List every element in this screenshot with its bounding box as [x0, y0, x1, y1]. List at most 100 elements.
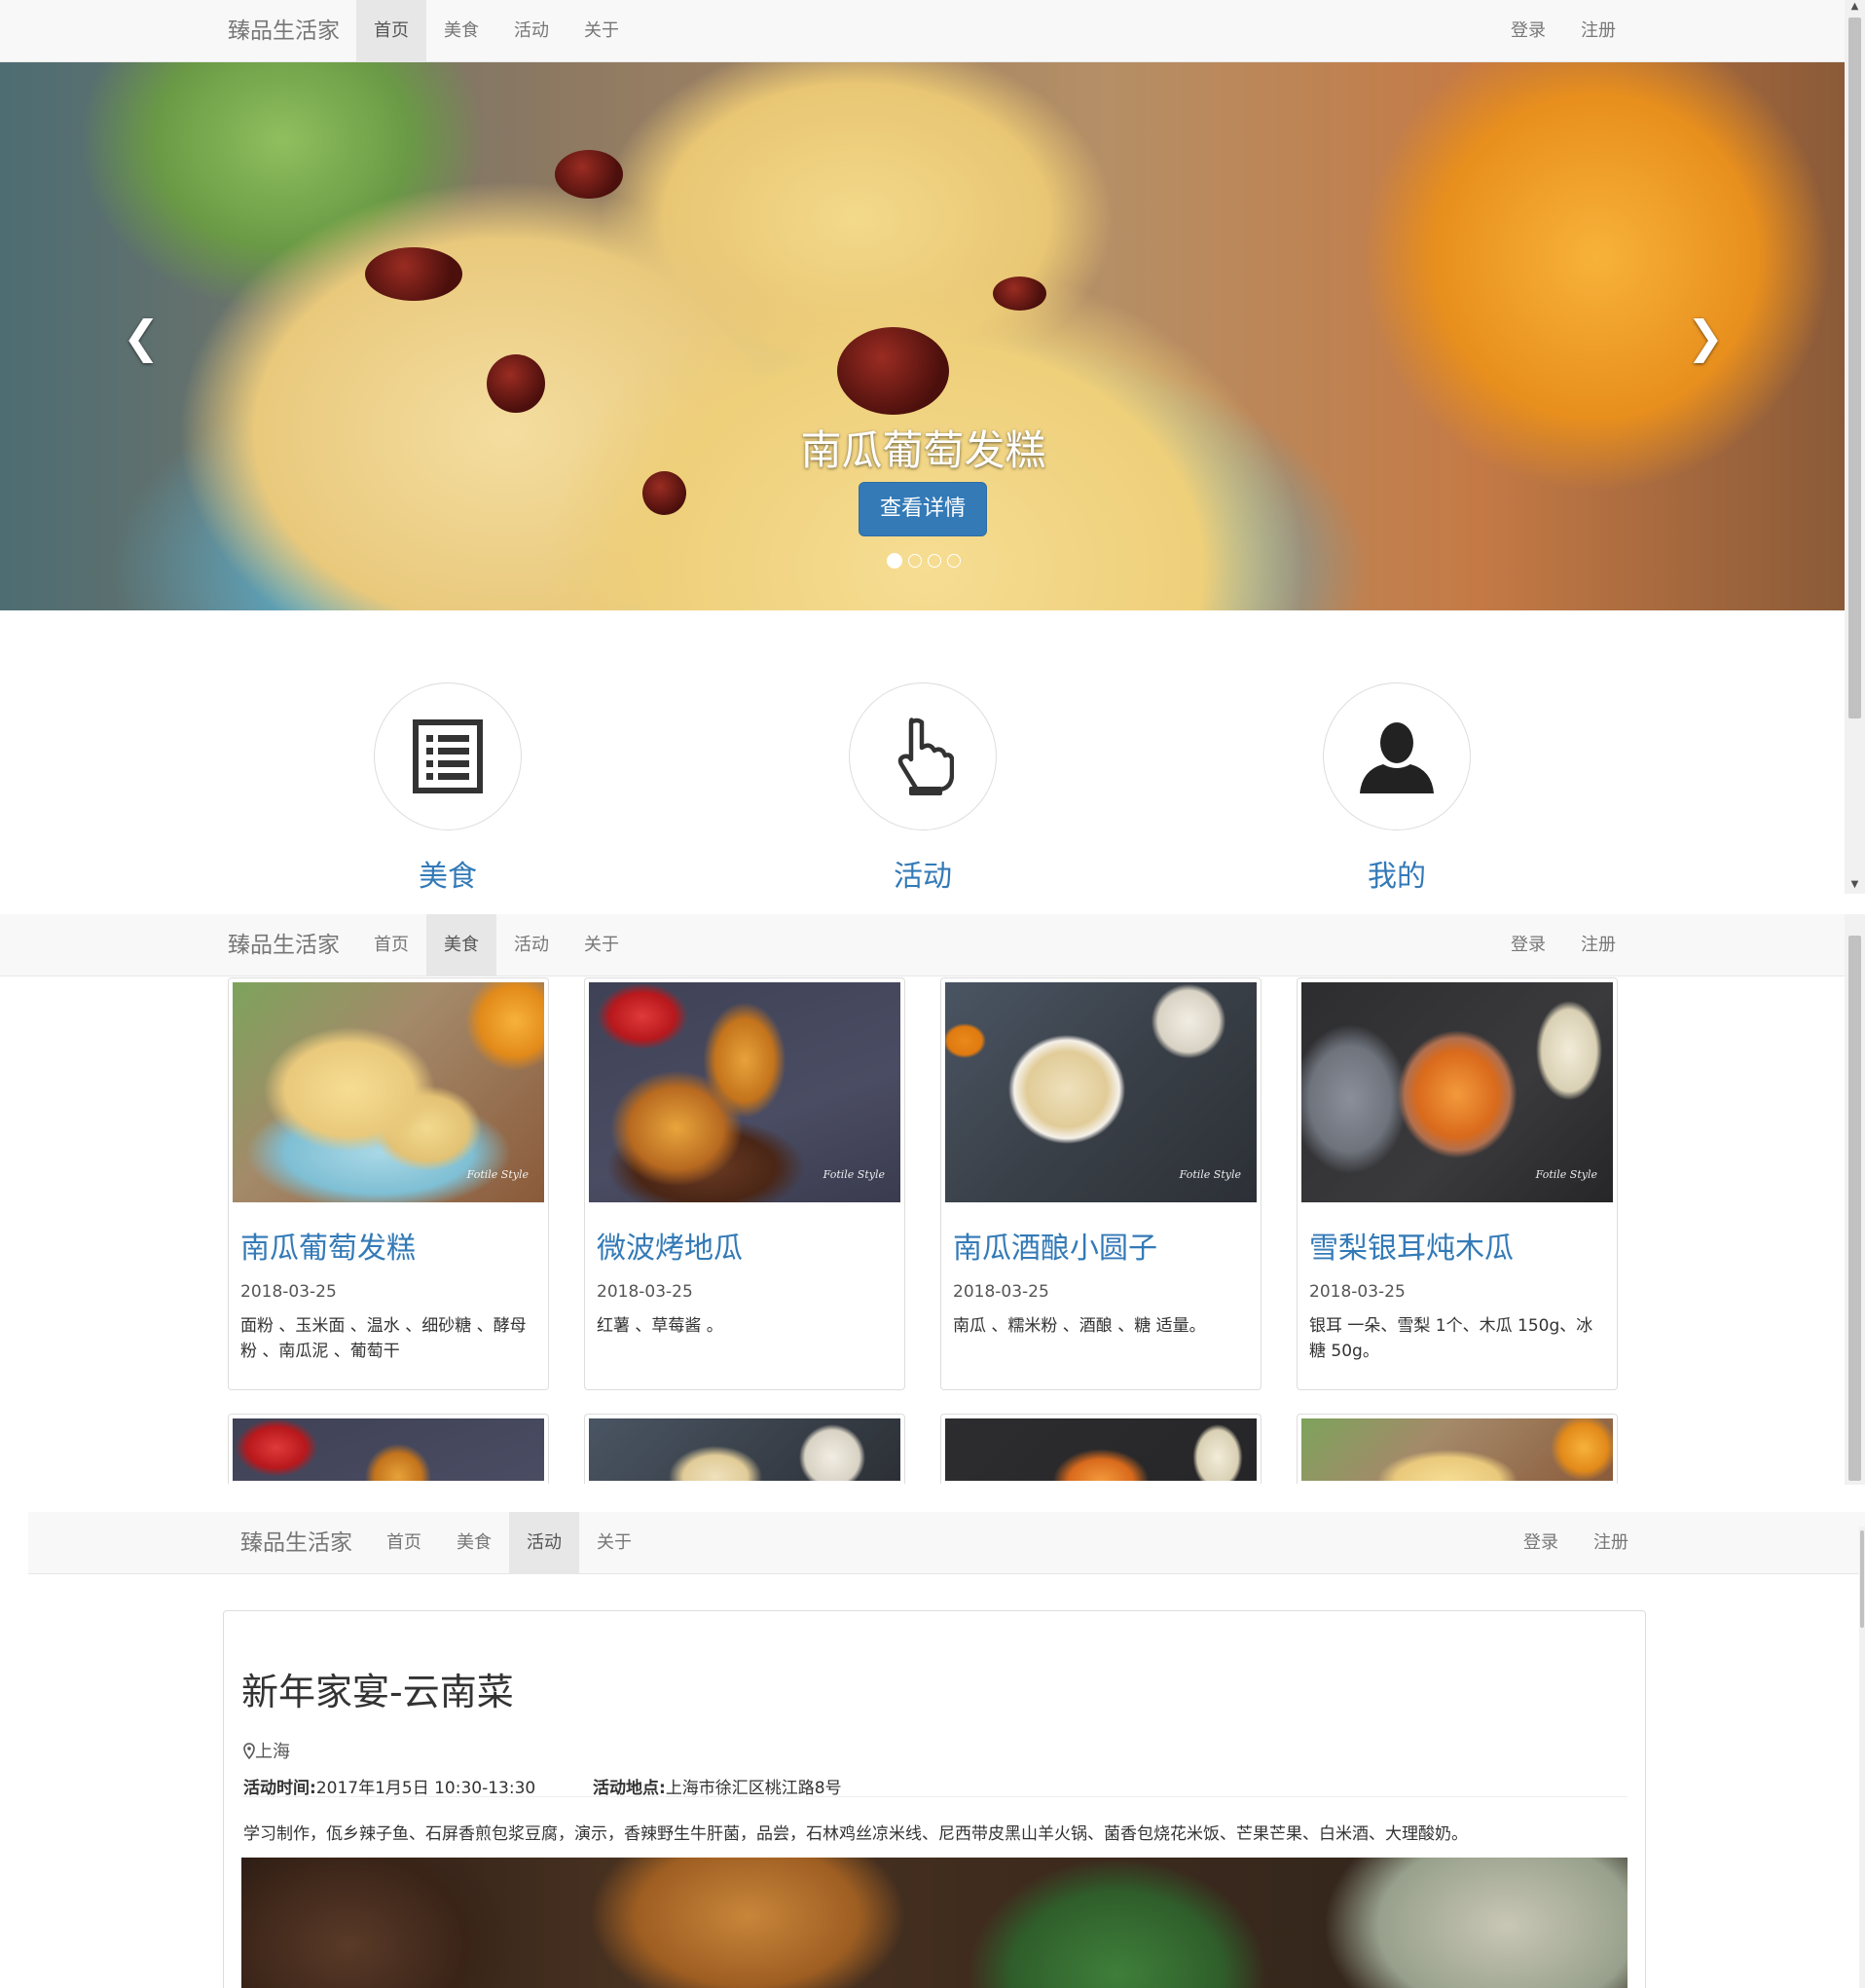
recipe-date: 2018-03-25: [597, 1282, 693, 1302]
nav-food[interactable]: 美食: [426, 0, 496, 62]
nav-home[interactable]: 首页: [369, 1512, 439, 1574]
carousel-indicator[interactable]: [946, 554, 961, 568]
decor-raisin: [642, 471, 686, 515]
carousel-prev-button[interactable]: ❮: [63, 62, 219, 610]
recipe-image[interactable]: Fotile Style: [233, 982, 544, 1202]
recipe-card[interactable]: [1297, 1414, 1618, 1484]
decor-raisin: [365, 247, 462, 301]
scrollbar[interactable]: ▲ ▼: [1845, 0, 1865, 894]
feature-food[interactable]: 美食: [374, 682, 522, 895]
decor-raisin: [993, 276, 1046, 311]
nav-about[interactable]: 关于: [567, 0, 637, 62]
carousel-caption: 南瓜葡萄发糕: [800, 426, 1046, 474]
feature-circle[interactable]: [849, 682, 997, 830]
scroll-down-arrow-icon[interactable]: ▼: [1845, 878, 1865, 892]
nav-login[interactable]: 登录: [1493, 914, 1563, 976]
recipe-image[interactable]: Fotile Style: [945, 982, 1257, 1202]
divider: [241, 1796, 1627, 1797]
hero-carousel: ❮ ❯ 南瓜葡萄发糕 查看详情: [0, 62, 1847, 610]
nav-food[interactable]: 美食: [426, 914, 496, 976]
recipe-card[interactable]: [584, 1414, 905, 1484]
nav-login[interactable]: 登录: [1493, 0, 1563, 62]
feature-circle[interactable]: [374, 682, 522, 830]
activity-location: 上海: [243, 1738, 290, 1763]
recipe-card[interactable]: Fotile Style 雪梨银耳炖木瓜 2018-03-25 银耳 一朵、雪梨…: [1297, 977, 1618, 1390]
feature-mine[interactable]: 我的: [1323, 682, 1471, 895]
photo-signature: Fotile Style: [823, 1168, 885, 1181]
recipe-card[interactable]: Fotile Style 南瓜葡萄发糕 2018-03-25 面粉 、玉米面 、…: [228, 977, 549, 1390]
nav-home[interactable]: 首页: [356, 0, 426, 62]
recipe-ingredients: 红薯 、草莓酱 。: [597, 1316, 723, 1336]
carousel-next-button[interactable]: ❯: [1627, 62, 1783, 610]
recipe-card[interactable]: Fotile Style 微波烤地瓜 2018-03-25 红薯 、草莓酱 。: [584, 977, 905, 1390]
carousel-indicator[interactable]: [886, 553, 902, 569]
scrollbar[interactable]: [1859, 1527, 1865, 1988]
recipe-image[interactable]: [945, 1418, 1257, 1481]
recipe-card[interactable]: [940, 1414, 1262, 1484]
photo-signature: Fotile Style: [466, 1168, 529, 1181]
recipe-card[interactable]: [228, 1414, 549, 1484]
activity-time-label: 活动时间:: [243, 1779, 316, 1798]
nav-activity[interactable]: 活动: [509, 1512, 579, 1574]
recipe-image[interactable]: [589, 1418, 900, 1481]
activity-title: 新年家宴-云南菜: [241, 1671, 514, 1713]
map-marker-icon: [243, 1743, 255, 1760]
chevron-right-icon: ❯: [1686, 310, 1725, 363]
scrollbar-thumb[interactable]: [1848, 936, 1861, 1481]
feature-activity[interactable]: 活动: [849, 682, 997, 895]
activity-photo: [241, 1858, 1627, 1988]
recipe-title[interactable]: 雪梨银耳炖木瓜: [1309, 1230, 1605, 1269]
decor-raisin: [487, 354, 545, 413]
recipe-title[interactable]: 微波烤地瓜: [597, 1230, 893, 1269]
nav-register[interactable]: 注册: [1576, 1512, 1646, 1574]
scroll-up-arrow-icon[interactable]: ▲: [1845, 0, 1865, 14]
nav-register[interactable]: 注册: [1563, 914, 1633, 976]
recipe-ingredients: 银耳 一朵、雪梨 1个、木瓜 150g、冰糖 50g。: [1309, 1316, 1593, 1361]
navbar-home: 臻品生活家 首页 美食 活动 关于 登录 注册: [0, 0, 1847, 62]
recipe-title[interactable]: 南瓜酒酿小圆子: [953, 1230, 1249, 1269]
activity-time: 活动时间:2017年1月5日 10:30-13:30: [243, 1774, 535, 1798]
feature-label[interactable]: 活动: [849, 852, 997, 895]
feature-label[interactable]: 美食: [374, 852, 522, 895]
recipe-image[interactable]: [1301, 1418, 1613, 1481]
feature-circle[interactable]: [1323, 682, 1471, 830]
activity-place-value: 上海市徐汇区桃江路8号: [665, 1779, 842, 1798]
feature-label[interactable]: 我的: [1323, 852, 1471, 895]
scrollbar-thumb[interactable]: [1860, 1530, 1864, 1628]
carousel-indicators: [0, 553, 1847, 569]
nav-activity[interactable]: 活动: [496, 0, 567, 62]
nav-login[interactable]: 登录: [1506, 1512, 1576, 1574]
hand-pointer-icon: [897, 718, 954, 795]
nav-activity[interactable]: 活动: [496, 914, 567, 976]
nav-register[interactable]: 注册: [1563, 0, 1633, 62]
recipe-date: 2018-03-25: [953, 1282, 1049, 1302]
view-details-button[interactable]: 查看详情: [859, 482, 987, 536]
decor-raisin: [555, 150, 623, 199]
navbar-food: 臻品生活家 首页 美食 活动 关于 登录 注册: [0, 914, 1847, 976]
nav-about[interactable]: 关于: [579, 1512, 649, 1574]
nav-home[interactable]: 首页: [356, 914, 426, 976]
recipe-title[interactable]: 南瓜葡萄发糕: [240, 1230, 536, 1269]
recipe-date: 2018-03-25: [1309, 1282, 1406, 1302]
user-icon: [1360, 722, 1434, 793]
recipe-image[interactable]: [233, 1418, 544, 1481]
recipe-ingredients: 南瓜 、糯米粉 、酒酿 、糖 适量。: [953, 1316, 1206, 1336]
recipe-card[interactable]: Fotile Style 南瓜酒酿小圆子 2018-03-25 南瓜 、糯米粉 …: [940, 977, 1262, 1390]
activity-time-value: 2017年1月5日 10:30-13:30: [315, 1779, 536, 1798]
activity-location-text: 上海: [255, 1742, 290, 1762]
photo-signature: Fotile Style: [1535, 1168, 1597, 1181]
scrollbar-thumb[interactable]: [1848, 18, 1861, 718]
scrollbar[interactable]: [1845, 914, 1865, 1485]
carousel-indicator[interactable]: [927, 554, 941, 568]
nav-about[interactable]: 关于: [567, 914, 637, 976]
recipe-date: 2018-03-25: [240, 1282, 337, 1302]
brand-logo[interactable]: 臻品生活家: [228, 914, 340, 976]
carousel-indicator[interactable]: [907, 554, 922, 568]
recipe-image[interactable]: Fotile Style: [1301, 982, 1613, 1202]
recipe-image[interactable]: Fotile Style: [589, 982, 900, 1202]
decor-raisin: [837, 327, 949, 415]
brand-logo[interactable]: 臻品生活家: [228, 0, 340, 62]
nav-food[interactable]: 美食: [439, 1512, 509, 1574]
brand-logo[interactable]: 臻品生活家: [240, 1512, 352, 1574]
recipe-ingredients: 面粉 、玉米面 、温水 、细砂糖 、酵母粉 、南瓜泥 、葡萄干: [240, 1316, 527, 1361]
